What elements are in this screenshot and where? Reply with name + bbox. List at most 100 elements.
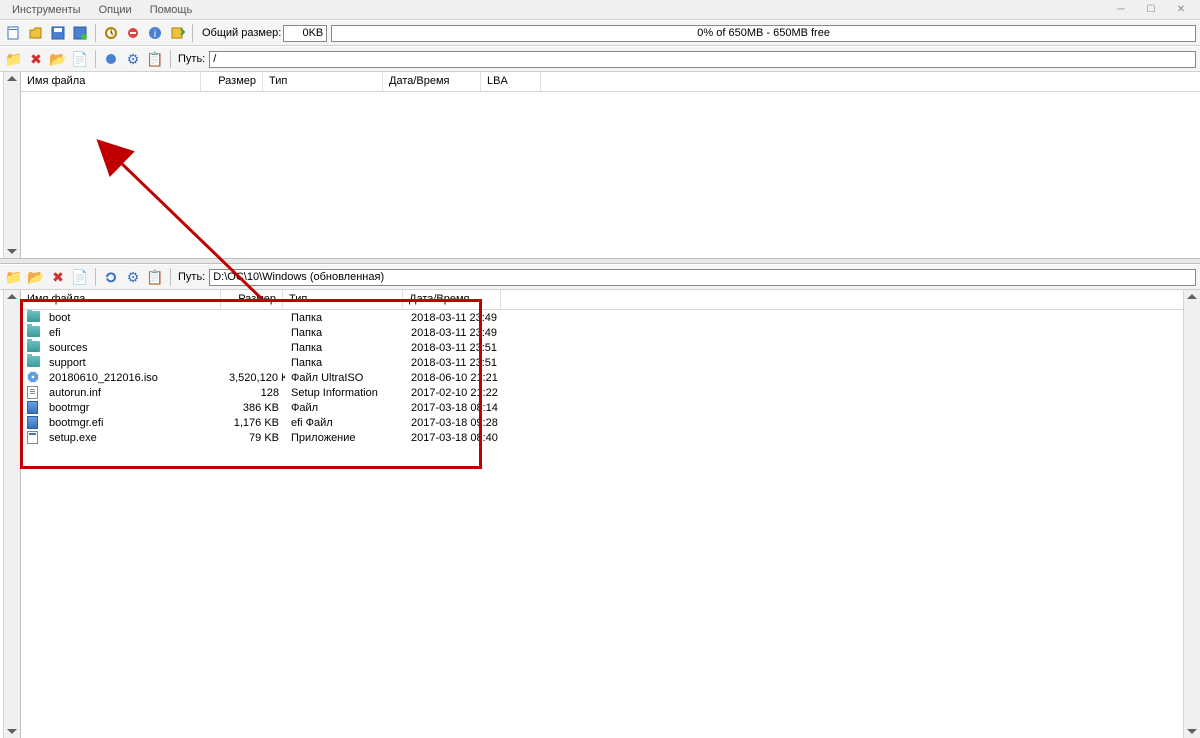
file-type: Файл UltraISO	[285, 372, 405, 384]
properties-button[interactable]: 📋	[145, 49, 165, 69]
local-add-button[interactable]: 📄	[70, 267, 90, 287]
file-row[interactable]: efiПапка2018-03-11 23:49	[21, 325, 1200, 340]
new-folder-icon: 📂	[27, 270, 44, 284]
window-minimize-button[interactable]: ─	[1106, 2, 1136, 18]
file-date: 2018-06-10 21:21	[405, 372, 515, 384]
properties-icon: 📋	[146, 270, 163, 284]
local-path-label: Путь:	[178, 271, 205, 283]
file-row[interactable]: bootПапка2018-03-11 23:49	[21, 310, 1200, 325]
folder-icon	[27, 311, 41, 324]
local-tree-scrollbar[interactable]	[3, 290, 20, 738]
total-size-label: Общий размер:	[202, 27, 281, 39]
column-type[interactable]: Тип	[283, 290, 403, 309]
menu-tools[interactable]: Инструменты	[4, 2, 89, 18]
file-row[interactable]: bootmgr.efi1,176 KBefi Файл2017-03-18 09…	[21, 415, 1200, 430]
tool-d-button[interactable]	[167, 23, 187, 43]
file-date: 2017-02-10 21:22	[405, 387, 515, 399]
save-button[interactable]	[48, 23, 68, 43]
file-name: sources	[43, 342, 223, 354]
image-tree-scrollbar[interactable]	[3, 72, 20, 258]
column-size[interactable]: Размер	[201, 72, 263, 91]
inf-icon	[27, 386, 41, 399]
file-row[interactable]: bootmgr386 KBФайл2017-03-18 08:14	[21, 400, 1200, 415]
gear-icon: ⚙	[127, 52, 140, 66]
menu-help[interactable]: Помощь	[142, 2, 201, 18]
extract-icon	[103, 51, 119, 67]
delete-icon: ✖	[52, 270, 64, 284]
local-panel: Имя файла Размер Тип Дата/Время bootПапк…	[0, 290, 1200, 738]
local-list-scrollbar[interactable]	[1183, 290, 1200, 738]
capacity-progress-bar: 0% of 650MB - 650MB free	[331, 25, 1196, 42]
file-name: efi	[43, 327, 223, 339]
image-tree-pane[interactable]	[0, 72, 21, 258]
new-button[interactable]	[4, 23, 24, 43]
properties-icon: 📋	[146, 52, 163, 66]
file-type: efi Файл	[285, 417, 405, 429]
menu-options[interactable]: Опции	[91, 2, 140, 18]
file-row[interactable]: 20180610_212016.iso3,520,120 KBФайл Ultr…	[21, 370, 1200, 385]
main-toolbar: i Общий размер: 0% of 650MB - 650MB free	[0, 20, 1200, 46]
info-button[interactable]: i	[145, 23, 165, 43]
file-type: Приложение	[285, 432, 405, 444]
column-name[interactable]: Имя файла	[21, 72, 201, 91]
local-properties-button[interactable]: 📋	[145, 267, 165, 287]
image-panel: Имя файла Размер Тип Дата/Время LBA	[0, 72, 1200, 258]
column-type[interactable]: Тип	[263, 72, 383, 91]
local-up-button[interactable]: 📁	[4, 267, 24, 287]
folder-up-icon: 📁	[5, 52, 22, 66]
local-new-folder-button[interactable]: 📂	[26, 267, 46, 287]
local-settings-button[interactable]: ⚙	[123, 267, 143, 287]
folder-icon	[27, 326, 41, 339]
file-row[interactable]: autorun.inf128Setup Information2017-02-1…	[21, 385, 1200, 400]
tool-a-button[interactable]	[101, 23, 121, 43]
window-maximize-button[interactable]: ☐	[1136, 2, 1166, 18]
settings-button[interactable]: ⚙	[123, 49, 143, 69]
file-name: bootmgr	[43, 402, 223, 414]
file-size: 1,176 KB	[223, 417, 285, 429]
local-delete-button[interactable]: ✖	[48, 267, 68, 287]
image-panel-toolbar: 📁 ✖ 📂 📄 ⚙ 📋 Путь:	[0, 46, 1200, 72]
save-as-button[interactable]	[70, 23, 90, 43]
extract-button[interactable]	[101, 49, 121, 69]
file-size: 128	[223, 387, 285, 399]
image-path-input[interactable]	[209, 51, 1196, 68]
file-date: 2017-03-18 08:14	[405, 402, 515, 414]
local-file-list[interactable]: Имя файла Размер Тип Дата/Время bootПапк…	[21, 290, 1200, 738]
delete-button[interactable]: ✖	[26, 49, 46, 69]
file-name: bootmgr.efi	[43, 417, 223, 429]
gear-icon: ⚙	[127, 270, 140, 284]
total-size-value	[283, 25, 327, 42]
file-row[interactable]: supportПапка2018-03-11 23:51	[21, 355, 1200, 370]
file-row[interactable]: sourcesПапка2018-03-11 23:51	[21, 340, 1200, 355]
exe-icon	[27, 431, 41, 444]
file-name: autorun.inf	[43, 387, 223, 399]
folder-icon	[27, 356, 41, 369]
file-date: 2018-03-11 23:49	[405, 312, 515, 324]
capacity-progress-text: 0% of 650MB - 650MB free	[697, 27, 830, 39]
column-date[interactable]: Дата/Время	[403, 290, 501, 309]
column-name[interactable]: Имя файла	[21, 290, 221, 309]
column-date[interactable]: Дата/Время	[383, 72, 481, 91]
bin-icon	[27, 401, 41, 414]
local-tree-pane[interactable]	[0, 290, 21, 738]
local-list-header: Имя файла Размер Тип Дата/Время	[21, 290, 1200, 310]
add-files-button[interactable]: 📄	[70, 49, 90, 69]
file-date: 2017-03-18 08:40	[405, 432, 515, 444]
image-list-header: Имя файла Размер Тип Дата/Время LBA	[21, 72, 1200, 92]
column-size[interactable]: Размер	[221, 290, 283, 309]
image-file-list[interactable]: Имя файла Размер Тип Дата/Время LBA	[21, 72, 1200, 258]
file-name: setup.exe	[43, 432, 223, 444]
window-close-button[interactable]: ✕	[1166, 2, 1196, 18]
open-button[interactable]	[26, 23, 46, 43]
tool-b-button[interactable]	[123, 23, 143, 43]
column-lba[interactable]: LBA	[481, 72, 541, 91]
svg-text:i: i	[154, 29, 156, 40]
local-refresh-button[interactable]	[101, 267, 121, 287]
local-path-input[interactable]	[209, 269, 1196, 286]
new-folder-button[interactable]: 📂	[48, 49, 68, 69]
file-type: Папка	[285, 342, 405, 354]
delete-icon: ✖	[30, 52, 42, 66]
file-row[interactable]: setup.exe79 KBПриложение2017-03-18 08:40	[21, 430, 1200, 445]
file-type: Setup Information	[285, 387, 405, 399]
up-folder-button[interactable]: 📁	[4, 49, 24, 69]
